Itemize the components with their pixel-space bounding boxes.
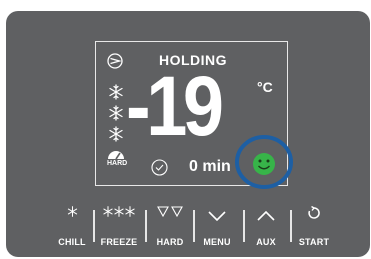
aux-button[interactable]: AUX bbox=[249, 205, 283, 247]
button-divider bbox=[290, 210, 292, 242]
hard-mode-label: HARD bbox=[107, 160, 128, 167]
freeze-button-label: FREEZE bbox=[100, 237, 138, 247]
restart-arrow-icon bbox=[308, 206, 320, 219]
snowflake-icon bbox=[109, 84, 123, 100]
hard-mode-gauge-icon bbox=[108, 151, 124, 160]
chill-button-label: CHILL bbox=[58, 237, 86, 247]
hard-button-label: HARD bbox=[156, 237, 184, 247]
menu-button[interactable]: MENU bbox=[198, 205, 236, 247]
snowflake-icon bbox=[67, 206, 77, 217]
snowflake-icon bbox=[109, 105, 123, 121]
chevron-down-icon bbox=[208, 211, 226, 221]
double-triangle-down-icon bbox=[157, 206, 183, 217]
temperature-readout: -19 bbox=[126, 59, 224, 153]
start-button[interactable]: START bbox=[294, 205, 334, 247]
chevron-up-icon bbox=[257, 211, 275, 221]
button-divider bbox=[243, 210, 245, 242]
smiley-face-icon bbox=[235, 135, 293, 189]
check-circle-icon bbox=[151, 159, 168, 176]
button-divider bbox=[193, 210, 195, 242]
start-button-label: START bbox=[298, 237, 330, 247]
triple-snowflake-icon bbox=[103, 206, 135, 217]
button-divider bbox=[145, 210, 147, 242]
compressor-icon bbox=[107, 53, 123, 69]
temperature-unit: °C bbox=[257, 79, 273, 95]
hard-button[interactable]: HARD bbox=[151, 205, 189, 247]
menu-button-label: MENU bbox=[203, 237, 231, 247]
aux-button-label: AUX bbox=[256, 237, 276, 247]
timer-readout: 0 min bbox=[189, 158, 231, 175]
button-divider bbox=[93, 210, 95, 242]
freeze-button[interactable]: FREEZE bbox=[96, 205, 142, 247]
chill-button[interactable]: CHILL bbox=[54, 205, 90, 247]
snowflake-icon bbox=[109, 126, 123, 142]
